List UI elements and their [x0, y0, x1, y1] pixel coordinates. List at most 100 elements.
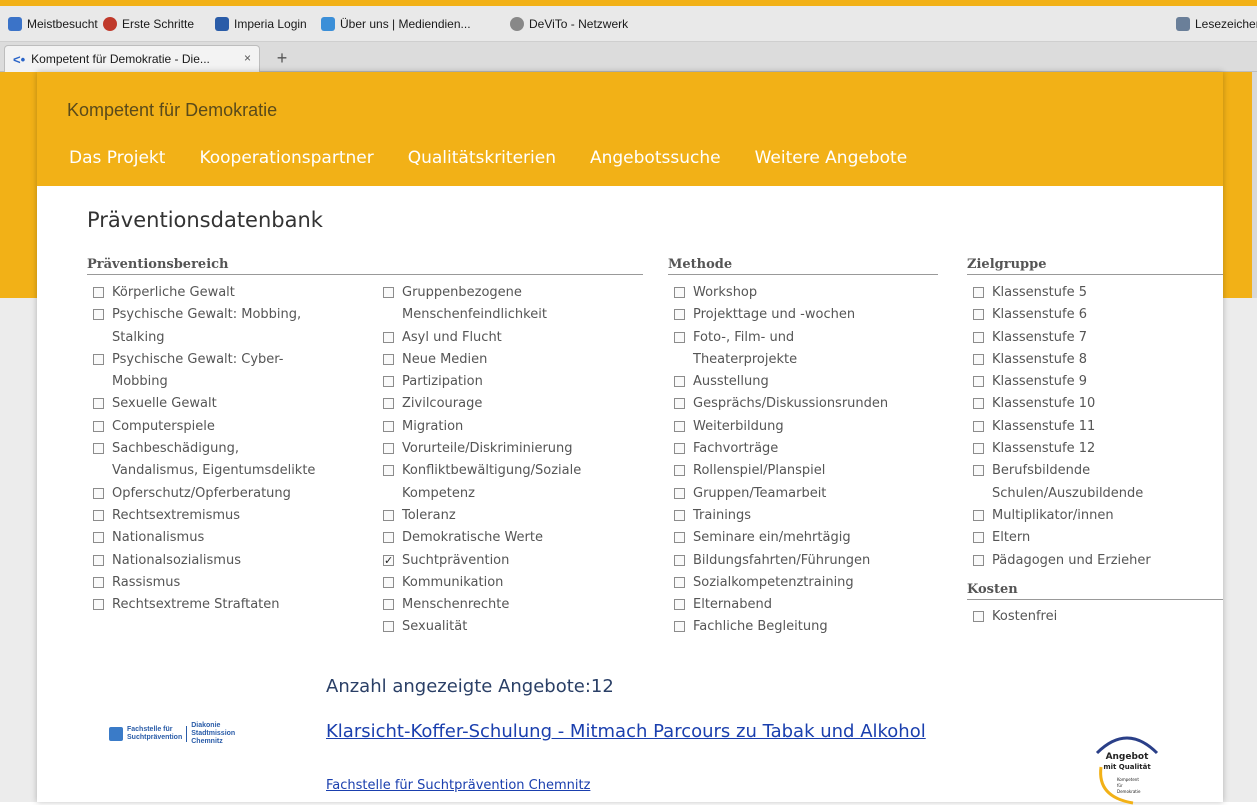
checkbox[interactable] [674, 576, 685, 588]
filter-option[interactable]: Fachvorträge [668, 438, 888, 460]
filter-option[interactable]: Sexualität [377, 616, 581, 638]
filter-option[interactable]: Asyl und Flucht [377, 327, 581, 349]
checkbox[interactable] [93, 554, 104, 566]
checkbox[interactable] [674, 331, 685, 343]
filter-option[interactable]: Toleranz [377, 505, 581, 527]
filter-option[interactable]: Zivilcourage [377, 393, 581, 415]
bookmark-imperia-login[interactable]: Imperia Login [215, 17, 307, 31]
checkbox[interactable] [93, 509, 104, 521]
checkbox[interactable] [973, 443, 984, 455]
checkbox[interactable] [383, 599, 394, 611]
checkbox[interactable] [93, 443, 104, 455]
checkbox[interactable] [93, 532, 104, 544]
checkbox[interactable] [93, 398, 104, 410]
checkbox[interactable] [674, 599, 685, 611]
filter-option[interactable]: Multiplikator/innen [967, 505, 1151, 527]
filter-option[interactable]: Psychische Gewalt: Mobbing, [87, 304, 315, 326]
filter-option[interactable]: Sachbeschädigung, [87, 438, 315, 460]
checkbox[interactable] [674, 509, 685, 521]
checkbox[interactable] [93, 420, 104, 432]
filter-option[interactable]: Berufsbildende [967, 460, 1151, 482]
checkbox[interactable] [973, 376, 984, 388]
filter-option[interactable]: ✓ Suchtprävention [377, 550, 581, 572]
filter-option[interactable]: Gruppenbezogene [377, 282, 581, 304]
filter-option[interactable]: Neue Medien [377, 349, 581, 371]
filter-option[interactable]: Kostenfrei [967, 606, 1057, 628]
nav-weitere-angebote[interactable]: Weitere Angebote [755, 148, 908, 168]
checkbox[interactable] [674, 554, 685, 566]
checkbox[interactable] [383, 465, 394, 477]
nav-kooperationspartner[interactable]: Kooperationspartner [199, 148, 373, 168]
checkbox[interactable] [93, 309, 104, 321]
filter-option[interactable]: Nationalismus [87, 527, 315, 549]
checkbox[interactable] [93, 353, 104, 365]
checkbox[interactable] [93, 487, 104, 499]
filter-option[interactable]: Rollenspiel/Planspiel [668, 460, 888, 482]
checkbox[interactable] [674, 287, 685, 298]
checkbox[interactable] [383, 576, 394, 588]
checkbox[interactable] [93, 599, 104, 611]
bookmark-ueber-uns[interactable]: Über uns | Mediendien... [321, 17, 471, 31]
checkbox[interactable] [674, 376, 685, 388]
checkbox[interactable] [674, 443, 685, 455]
checkbox[interactable] [93, 287, 104, 298]
bookmarks-menu[interactable]: Lesezeichen [1176, 17, 1257, 31]
filter-option[interactable]: Bildungsfahrten/Führungen [668, 550, 888, 572]
checkbox[interactable] [973, 331, 984, 343]
result-org-link[interactable]: Fachstelle für Suchtprävention Chemnitz [326, 778, 590, 793]
filter-option[interactable]: Eltern [967, 527, 1151, 549]
filter-option[interactable]: Rechtsextreme Straftaten [87, 594, 315, 616]
nav-angebotssuche[interactable]: Angebotssuche [590, 148, 721, 168]
filter-option[interactable]: Klassenstufe 8 [967, 349, 1151, 371]
checkbox[interactable] [383, 443, 394, 455]
filter-option[interactable]: Klassenstufe 5 [967, 282, 1151, 304]
checkbox[interactable] [93, 576, 104, 588]
filter-option[interactable]: Kommunikation [377, 572, 581, 594]
checkbox[interactable] [383, 331, 394, 343]
bookmark-devito[interactable]: DeViTo - Netzwerk [510, 17, 628, 31]
site-title[interactable]: Kompetent für Demokratie [67, 100, 277, 121]
checkbox[interactable] [973, 309, 984, 321]
filter-option[interactable]: Klassenstufe 12 [967, 438, 1151, 460]
checkbox[interactable] [973, 509, 984, 521]
scrollbar[interactable] [1252, 72, 1257, 298]
checkbox[interactable] [674, 465, 685, 477]
filter-option[interactable]: Gruppen/Teamarbeit [668, 483, 888, 505]
checkbox[interactable] [674, 420, 685, 432]
filter-option[interactable]: Sexuelle Gewalt [87, 393, 315, 415]
filter-option[interactable]: Trainings [668, 505, 888, 527]
filter-option[interactable]: Sozialkompetenztraining [668, 572, 888, 594]
bookmark-meistbesucht[interactable]: Meistbesucht [8, 17, 98, 31]
filter-option[interactable]: Klassenstufe 11 [967, 416, 1151, 438]
filter-option[interactable]: Gesprächs/Diskussionsrunden [668, 393, 888, 415]
filter-option[interactable]: Pädagogen und Erzieher [967, 550, 1151, 572]
checkbox[interactable] [973, 287, 984, 298]
bookmark-erste-schritte[interactable]: Erste Schritte [103, 17, 194, 31]
filter-option[interactable]: Projekttage und -wochen [668, 304, 888, 326]
nav-das-projekt[interactable]: Das Projekt [69, 148, 165, 168]
filter-option[interactable]: Migration [377, 416, 581, 438]
checkbox[interactable] [674, 532, 685, 544]
checkbox[interactable] [383, 420, 394, 432]
filter-option[interactable]: Computerspiele [87, 416, 315, 438]
filter-option[interactable]: Demokratische Werte [377, 527, 581, 549]
filter-option[interactable]: Fachliche Begleitung [668, 616, 888, 638]
filter-option[interactable]: Klassenstufe 10 [967, 393, 1151, 415]
filter-option[interactable]: Rassismus [87, 572, 315, 594]
filter-option[interactable]: Körperliche Gewalt [87, 282, 315, 304]
checkbox[interactable] [674, 309, 685, 321]
checkbox-checked[interactable]: ✓ [383, 554, 394, 566]
filter-option[interactable]: Elternabend [668, 594, 888, 616]
checkbox[interactable] [973, 532, 984, 544]
filter-option[interactable]: Workshop [668, 282, 888, 304]
filter-option[interactable]: Klassenstufe 9 [967, 371, 1151, 393]
checkbox[interactable] [383, 353, 394, 365]
filter-option[interactable]: Menschenrechte [377, 594, 581, 616]
checkbox[interactable] [973, 554, 984, 566]
filter-option[interactable]: Foto-, Film- und [668, 327, 888, 349]
filter-option[interactable]: Partizipation [377, 371, 581, 393]
checkbox[interactable] [674, 487, 685, 499]
checkbox[interactable] [674, 398, 685, 410]
filter-option[interactable]: Konfliktbewältigung/Soziale [377, 460, 581, 482]
filter-option[interactable]: Psychische Gewalt: Cyber- [87, 349, 315, 371]
